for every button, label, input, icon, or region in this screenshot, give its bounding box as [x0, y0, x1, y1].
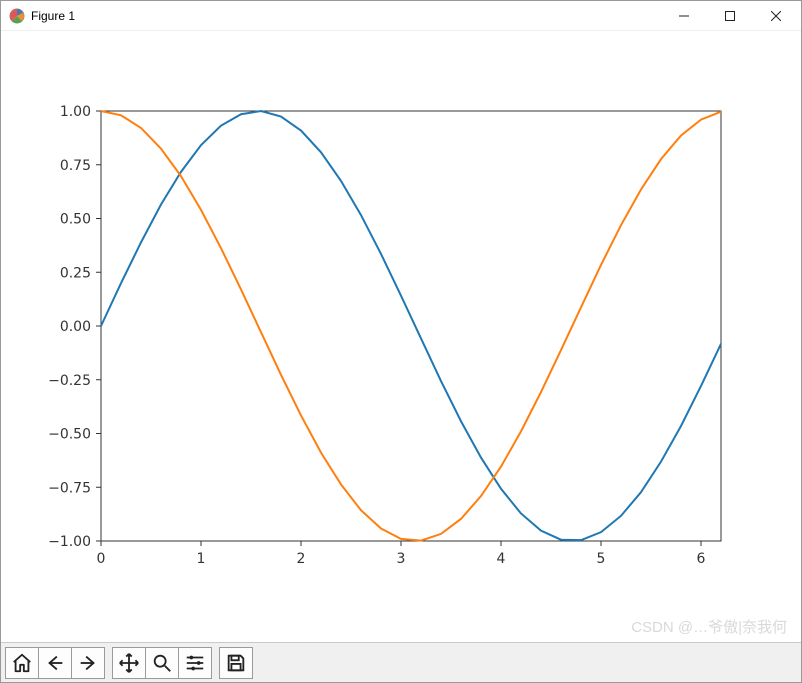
svg-text:1.00: 1.00 — [60, 104, 91, 120]
svg-text:0.75: 0.75 — [60, 158, 91, 174]
svg-text:−0.50: −0.50 — [48, 427, 91, 443]
svg-text:5: 5 — [597, 551, 606, 567]
plot-canvas[interactable]: 0 1 2 3 4 5 6 −1.00 −0.75 −0.50 −0.25 0.00 0.25 0.50 0… — [1, 31, 801, 642]
save-button[interactable] — [219, 647, 253, 679]
back-button[interactable] — [38, 647, 72, 679]
svg-text:4: 4 — [497, 551, 506, 567]
series-sin(x) — [101, 111, 721, 540]
svg-text:0: 0 — [97, 551, 106, 567]
zoom-button[interactable] — [145, 647, 179, 679]
series-cos(x) — [101, 111, 721, 541]
svg-text:0.50: 0.50 — [60, 212, 91, 228]
svg-text:3: 3 — [397, 551, 406, 567]
matplotlib-toolbar — [1, 642, 801, 682]
svg-text:−1.00: −1.00 — [48, 534, 91, 550]
forward-button[interactable] — [71, 647, 105, 679]
svg-text:0.25: 0.25 — [60, 265, 91, 281]
svg-text:0.00: 0.00 — [60, 319, 91, 335]
pan-button[interactable] — [112, 647, 146, 679]
svg-text:−0.25: −0.25 — [48, 373, 91, 389]
minimize-button[interactable] — [661, 1, 707, 31]
svg-text:2: 2 — [297, 551, 306, 567]
svg-text:1: 1 — [197, 551, 206, 567]
close-button[interactable] — [753, 1, 799, 31]
titlebar: Figure 1 — [1, 1, 801, 31]
configure-button[interactable] — [178, 647, 212, 679]
line-chart: 0 1 2 3 4 5 6 −1.00 −0.75 −0.50 −0.25 0.00 0.25 0.50 0… — [1, 31, 801, 642]
maximize-button[interactable] — [707, 1, 753, 31]
svg-text:−0.75: −0.75 — [48, 480, 91, 496]
svg-text:6: 6 — [697, 551, 706, 567]
matplotlib-icon — [9, 8, 25, 24]
home-button[interactable] — [5, 647, 39, 679]
window-title: Figure 1 — [31, 9, 75, 23]
